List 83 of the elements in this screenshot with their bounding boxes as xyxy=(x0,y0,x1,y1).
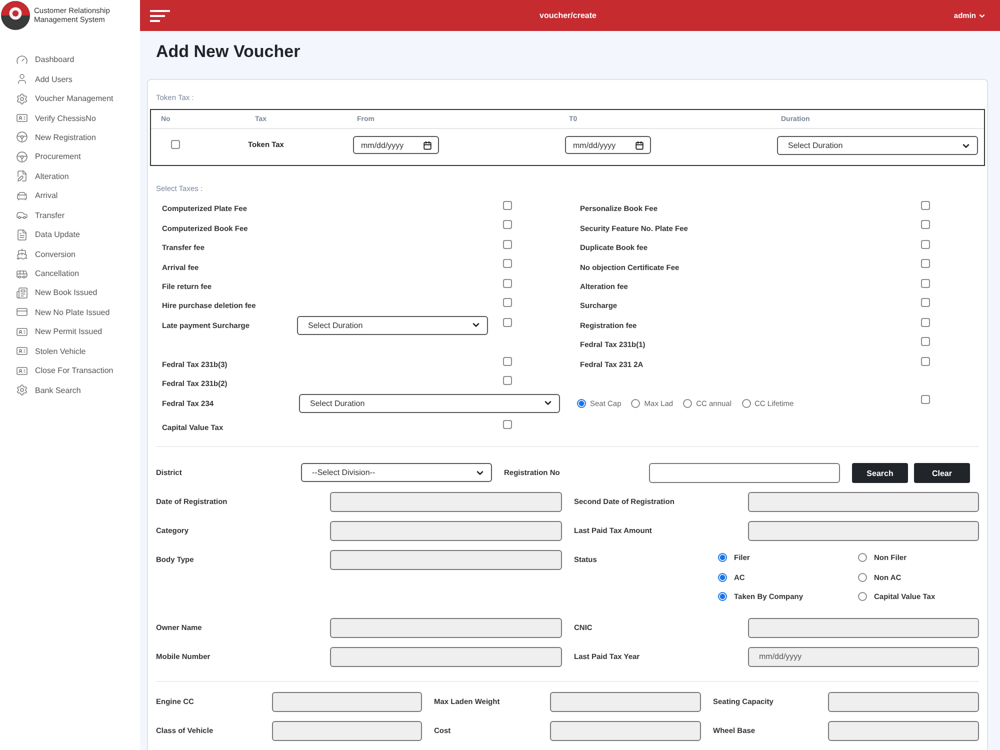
sidebar-item[interactable]: Add Users xyxy=(0,69,140,89)
checkbox[interactable] xyxy=(503,220,512,230)
gear-icon xyxy=(16,384,28,396)
radio-button[interactable] xyxy=(683,398,692,408)
gear-icon xyxy=(16,92,28,105)
radio-button[interactable] xyxy=(718,553,727,562)
checkbox[interactable] xyxy=(503,240,512,249)
user-icon xyxy=(16,73,28,86)
id-card-icon xyxy=(16,112,28,124)
radio-button[interactable] xyxy=(718,592,727,602)
checkbox[interactable] xyxy=(921,259,930,268)
sidebar-item[interactable]: Close For Transaction xyxy=(0,361,140,380)
checkbox[interactable] xyxy=(503,376,512,385)
sidebar-item[interactable]: Voucher Management xyxy=(0,88,140,108)
document-icon xyxy=(16,228,28,241)
checkbox[interactable] xyxy=(921,395,930,404)
checkbox[interactable] xyxy=(921,220,930,230)
emblem-logo xyxy=(1,0,30,30)
sidebar-item[interactable]: Data Update xyxy=(0,224,140,244)
sidebar-item[interactable]: New Permit Issued xyxy=(0,322,140,342)
checkbox[interactable] xyxy=(503,318,512,327)
checkbox[interactable] xyxy=(921,278,930,288)
select-field[interactable]: Select Duration xyxy=(299,394,560,413)
calendar-icon xyxy=(635,140,644,150)
date-field[interactable]: mm/dd/yyyy xyxy=(353,136,439,154)
sidebar-item[interactable]: Cancellation xyxy=(0,264,140,284)
sidebar-item[interactable]: New No Plate Issued xyxy=(0,302,140,322)
sidebar-item[interactable]: Bank Search xyxy=(0,380,140,400)
checkbox[interactable] xyxy=(921,318,930,327)
checkbox[interactable] xyxy=(921,356,930,366)
calendar-icon xyxy=(423,140,432,150)
car-icon xyxy=(16,190,28,202)
checkbox[interactable] xyxy=(503,259,512,268)
bus-icon xyxy=(16,268,28,280)
caret-icon xyxy=(978,12,986,20)
select-field[interactable]: Select Duration xyxy=(297,316,488,335)
radio-button[interactable] xyxy=(858,592,867,602)
action-button[interactable]: Clear xyxy=(914,463,970,484)
checkbox[interactable] xyxy=(503,420,512,429)
sidebar-item[interactable]: Alteration xyxy=(0,166,140,186)
input-field[interactable] xyxy=(649,463,840,484)
sidebar-item[interactable]: New Registration xyxy=(0,128,140,148)
sidebar-item[interactable]: Stolen Vehicle xyxy=(0,342,140,361)
action-button[interactable]: Search xyxy=(852,463,908,484)
card-icon xyxy=(16,306,28,318)
sidebar-item[interactable]: Arrival xyxy=(0,186,140,206)
ship-icon xyxy=(16,248,28,260)
route-path: voucher/create xyxy=(540,11,596,20)
checkbox[interactable] xyxy=(921,298,930,308)
steering-wheel-icon xyxy=(16,150,28,163)
checkbox[interactable] xyxy=(921,201,930,210)
sidebar-item[interactable]: Verify ChessisNo xyxy=(0,108,140,128)
date-field[interactable]: mm/dd/yyyy xyxy=(565,136,651,154)
checkbox[interactable] xyxy=(921,240,930,249)
car-icon xyxy=(16,209,28,222)
id-card-icon xyxy=(16,326,28,338)
checkbox[interactable] xyxy=(503,298,512,308)
checkbox[interactable] xyxy=(503,278,512,288)
file-edit-icon xyxy=(16,170,28,182)
radio-button[interactable] xyxy=(718,572,727,582)
sidebar-item[interactable]: New Book Issued xyxy=(0,283,140,303)
radio-button[interactable] xyxy=(742,398,751,408)
checkbox[interactable] xyxy=(171,140,180,149)
checkbox[interactable] xyxy=(921,337,930,346)
select-field[interactable]: Select Duration xyxy=(777,136,978,155)
newspaper-icon xyxy=(16,286,28,299)
radio-button[interactable] xyxy=(858,553,867,562)
radio-button[interactable] xyxy=(631,398,640,408)
radio-button[interactable] xyxy=(858,572,867,582)
checkbox[interactable] xyxy=(503,201,512,210)
sidebar-item[interactable]: Procurement xyxy=(0,147,140,167)
id-card-icon xyxy=(16,345,28,358)
sidebar-item[interactable]: Dashboard xyxy=(0,50,140,70)
menu-icon[interactable] xyxy=(150,10,170,22)
select-field[interactable]: --Select Division-- xyxy=(301,463,492,482)
radio-button[interactable] xyxy=(577,398,586,408)
steering-wheel-icon xyxy=(16,131,28,144)
gauge-icon xyxy=(16,54,28,66)
checkbox[interactable] xyxy=(503,356,512,366)
page-title: Add New Voucher xyxy=(156,42,300,62)
id-card-icon xyxy=(16,364,28,377)
sidebar-item[interactable]: Transfer xyxy=(0,206,140,225)
sidebar-item[interactable]: Conversion xyxy=(0,244,140,264)
